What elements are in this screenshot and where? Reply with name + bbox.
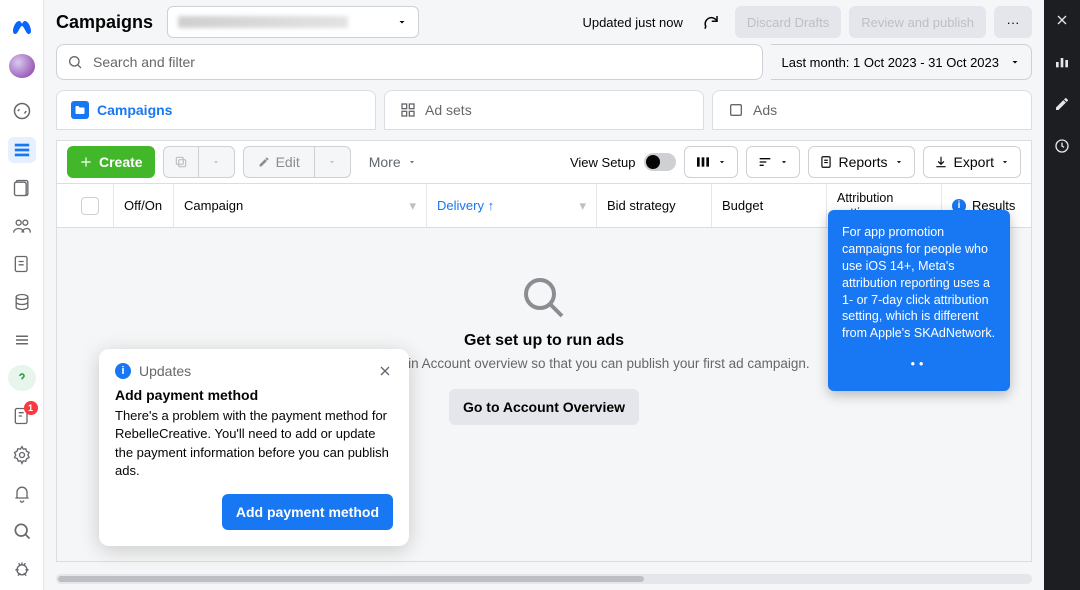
- dashboard-icon[interactable]: [8, 98, 36, 124]
- reports-label: Reports: [839, 154, 888, 170]
- entity-tabs: Campaigns Ad sets Ads: [44, 90, 1044, 130]
- grid4-icon: [399, 101, 417, 119]
- column-offon[interactable]: Off/On: [113, 184, 173, 227]
- account-selector[interactable]: [167, 6, 419, 38]
- updates-body: There's a problem with the payment metho…: [115, 407, 393, 480]
- export-button[interactable]: Export: [923, 146, 1021, 178]
- bug-icon[interactable]: [8, 556, 36, 582]
- tab-ads[interactable]: Ads: [712, 90, 1032, 130]
- columns-icon: [695, 154, 711, 170]
- more-label: More: [369, 154, 401, 170]
- select-all-checkbox[interactable]: [67, 184, 113, 227]
- info-icon: i: [115, 363, 131, 379]
- create-label: Create: [99, 154, 143, 170]
- tooltip-pagination[interactable]: ••: [842, 356, 996, 373]
- close-panel-icon[interactable]: [1052, 10, 1072, 30]
- right-context-rail: [1044, 0, 1080, 590]
- column-bid[interactable]: Bid strategy: [596, 184, 711, 227]
- charts-icon[interactable]: [1052, 52, 1072, 72]
- tab-label: Campaigns: [97, 102, 172, 118]
- close-icon[interactable]: [377, 363, 393, 379]
- plus-icon: [79, 155, 93, 169]
- updates-card: i Updates Add payment method There's a p…: [99, 349, 409, 546]
- columns-button[interactable]: [684, 146, 738, 178]
- tab-campaigns[interactable]: Campaigns: [56, 90, 376, 130]
- discard-drafts-button[interactable]: Discard Drafts: [735, 6, 841, 38]
- notification-doc-icon[interactable]: 1: [8, 403, 36, 429]
- header-bar: Campaigns Updated just now Discard Draft…: [44, 0, 1044, 42]
- search-rail-icon[interactable]: [8, 518, 36, 544]
- attribution-tooltip: For app promotion campaigns for people w…: [828, 210, 1010, 391]
- edit-dropdown[interactable]: [315, 146, 351, 178]
- folder-icon: [71, 101, 89, 119]
- help-icon[interactable]: [8, 365, 36, 391]
- edit-button-group: Edit: [243, 146, 351, 178]
- library-icon[interactable]: [8, 175, 36, 201]
- tooltip-text: For app promotion campaigns for people w…: [842, 224, 996, 342]
- go-to-account-overview-button[interactable]: Go to Account Overview: [449, 389, 639, 425]
- duplicate-dropdown[interactable]: [199, 146, 235, 178]
- more-menu[interactable]: More: [359, 146, 427, 178]
- horizontal-scrollbar[interactable]: [56, 574, 1032, 584]
- reports-button[interactable]: Reports: [808, 146, 915, 178]
- account-name-redacted: [178, 16, 348, 28]
- search-placeholder: Search and filter: [93, 54, 195, 70]
- left-nav-rail: 1: [0, 0, 44, 590]
- add-payment-method-button[interactable]: Add payment method: [222, 494, 393, 530]
- reports-icon[interactable]: [8, 251, 36, 277]
- view-setup-toggle[interactable]: [644, 153, 676, 171]
- tab-label: Ads: [753, 102, 777, 118]
- audiences-icon[interactable]: [8, 213, 36, 239]
- download-icon: [934, 155, 948, 169]
- export-label: Export: [954, 154, 994, 170]
- updates-label: Updates: [139, 363, 191, 379]
- account-avatar[interactable]: [9, 54, 35, 78]
- refresh-button[interactable]: [695, 6, 727, 38]
- search-input[interactable]: Search and filter: [56, 44, 763, 80]
- main-content: Campaigns Updated just now Discard Draft…: [44, 0, 1044, 590]
- review-publish-button[interactable]: Review and publish: [849, 6, 986, 38]
- billing-icon[interactable]: [8, 289, 36, 315]
- caret-down-icon: [396, 16, 408, 28]
- settings-icon[interactable]: [8, 442, 36, 468]
- breakdown-icon: [757, 154, 773, 170]
- magnifier-icon: [520, 274, 568, 322]
- column-delivery[interactable]: Delivery ↑▾: [426, 184, 596, 227]
- breakdown-button[interactable]: [746, 146, 800, 178]
- caret-down-icon: [1009, 56, 1021, 68]
- bell-icon[interactable]: [8, 480, 36, 506]
- table-toolbar: Create Edit More: [56, 140, 1032, 184]
- campaigns-grid-icon[interactable]: [8, 137, 36, 163]
- updated-status: Updated just now: [582, 15, 682, 30]
- pencil-icon: [258, 156, 270, 168]
- subheader: Search and filter Last month: 1 Oct 2023…: [44, 42, 1044, 90]
- edit-pencil-icon[interactable]: [1052, 94, 1072, 114]
- edit-button[interactable]: Edit: [243, 146, 315, 178]
- duplicate-button-group: [163, 146, 235, 178]
- notification-badge: 1: [24, 401, 38, 415]
- edit-label: Edit: [276, 154, 300, 170]
- tab-label: Ad sets: [425, 102, 472, 118]
- date-range-selector[interactable]: Last month: 1 Oct 2023 - 31 Oct 2023: [771, 44, 1032, 80]
- page-title: Campaigns: [56, 12, 153, 33]
- column-budget[interactable]: Budget: [711, 184, 826, 227]
- reports-icon: [819, 155, 833, 169]
- view-setup-label: View Setup: [570, 155, 636, 170]
- tab-adsets[interactable]: Ad sets: [384, 90, 704, 130]
- duplicate-button[interactable]: [163, 146, 199, 178]
- history-clock-icon[interactable]: [1052, 136, 1072, 156]
- search-icon: [67, 54, 83, 70]
- meta-logo-icon[interactable]: [8, 14, 36, 40]
- create-button[interactable]: Create: [67, 146, 155, 178]
- empty-title: Get set up to run ads: [464, 332, 624, 350]
- updates-title: Add payment method: [115, 387, 393, 403]
- header-overflow-button[interactable]: ···: [994, 6, 1032, 38]
- hamburger-icon[interactable]: [8, 327, 36, 353]
- date-range-label: Last month: 1 Oct 2023 - 31 Oct 2023: [781, 55, 999, 70]
- column-campaign[interactable]: Campaign▾: [173, 184, 426, 227]
- ad-icon: [727, 101, 745, 119]
